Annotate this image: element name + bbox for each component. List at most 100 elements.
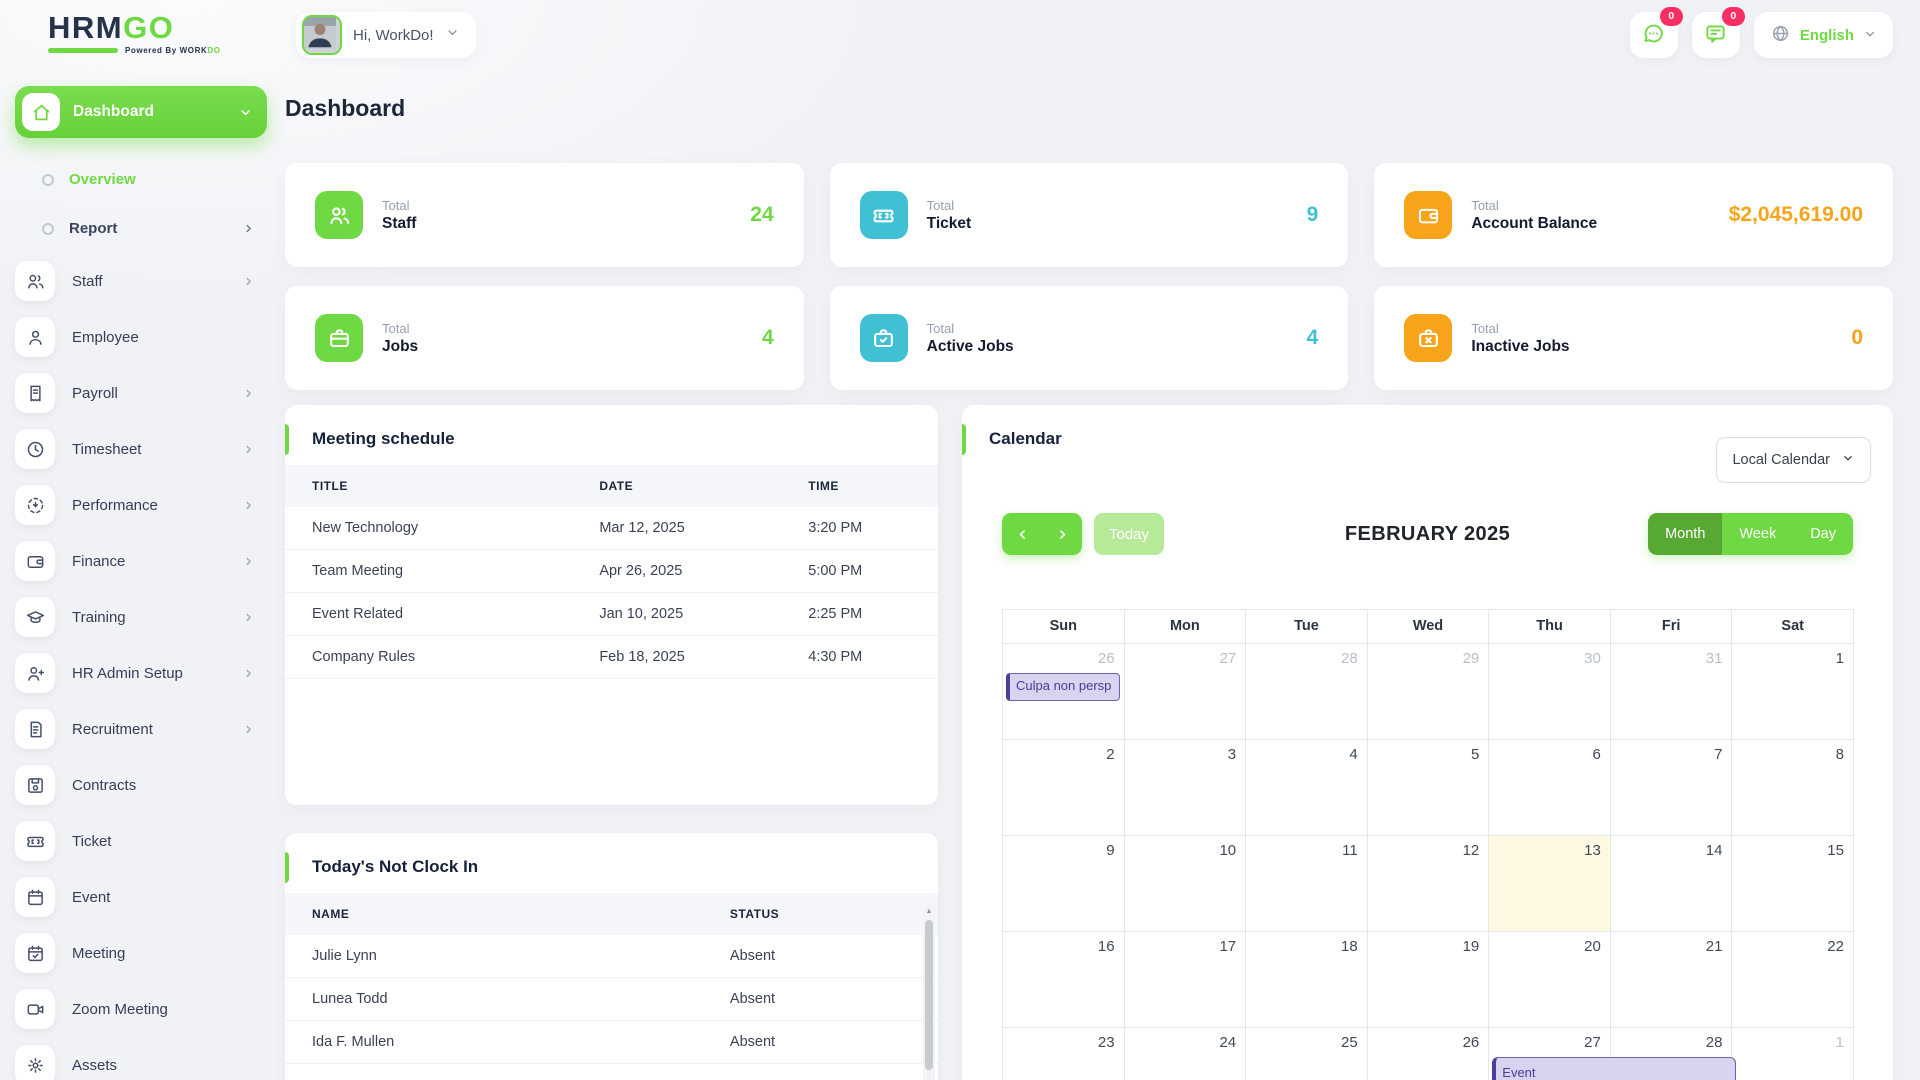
sidebar-item-finance[interactable]: Finance xyxy=(15,533,267,589)
stat-label: Active Jobs xyxy=(927,338,1014,356)
calendar-view-week[interactable]: Week xyxy=(1722,513,1793,555)
calendar-day-cell[interactable]: 2 xyxy=(1003,740,1125,836)
calendar-day-cell[interactable]: 3 xyxy=(1125,740,1247,836)
calendar-view-day[interactable]: Day xyxy=(1793,513,1853,555)
sidebar-item-staff[interactable]: Staff xyxy=(15,253,267,309)
stat-card-inactive-jobs[interactable]: TotalInactive Jobs0 xyxy=(1374,286,1893,390)
table-row: Ida F. MullenAbsent xyxy=(285,1021,938,1064)
calendar-day-cell[interactable]: 24 xyxy=(1125,1028,1247,1080)
chevron-down-icon xyxy=(238,105,253,120)
calendar-day-cell[interactable]: 26 xyxy=(1368,1028,1490,1080)
table-scrollbar[interactable]: ▲ xyxy=(923,905,935,1080)
sidebar-item-label: Report xyxy=(69,220,117,237)
calendar-grid: SunMonTueWedThuFriSat26Culpa non persp27… xyxy=(1002,609,1854,1080)
calendar-day-cell[interactable]: 20 xyxy=(1489,932,1611,1028)
calendar-day-cell[interactable]: 1 xyxy=(1732,1028,1854,1080)
calendar-day-cell[interactable]: 11 xyxy=(1246,836,1368,932)
calendar-day-cell[interactable]: 5 xyxy=(1368,740,1490,836)
column-header-date: DATE xyxy=(572,465,781,507)
calendar-source-select[interactable]: Local Calendar xyxy=(1716,437,1871,483)
stat-card-jobs[interactable]: TotalJobs4 xyxy=(285,286,804,390)
calendar-day-cell[interactable]: 31 xyxy=(1611,644,1733,740)
calendar-event[interactable]: Event xyxy=(1492,1057,1736,1080)
calendar-day-cell[interactable]: 16 xyxy=(1003,932,1125,1028)
calendar-day-cell[interactable]: 7 xyxy=(1611,740,1733,836)
language-selector[interactable]: English xyxy=(1754,12,1893,58)
calendar-icon xyxy=(15,877,55,917)
calendar-day-cell[interactable]: 21 xyxy=(1611,932,1733,1028)
stat-card-ticket[interactable]: TotalTicket9 xyxy=(830,163,1349,267)
calendar-day-cell[interactable]: 29 xyxy=(1368,644,1490,740)
calendar-event[interactable]: Culpa non persp xyxy=(1006,673,1120,701)
calendar-day-cell[interactable]: 26Culpa non persp xyxy=(1003,644,1125,740)
calendar-day-cell[interactable]: 19 xyxy=(1368,932,1490,1028)
prev-month-button[interactable] xyxy=(1002,513,1042,555)
table-cell: Apr 26, 2025 xyxy=(572,550,781,593)
sidebar-item-meeting[interactable]: Meeting xyxy=(15,925,267,981)
calendar-day-cell[interactable]: 30 xyxy=(1489,644,1611,740)
calendar-day-cell[interactable]: 22 xyxy=(1732,932,1854,1028)
greeting-label: Hi, WorkDo! xyxy=(353,27,434,44)
user-menu[interactable]: Hi, WorkDo! xyxy=(296,12,476,58)
calendar-day-cell[interactable]: 10 xyxy=(1125,836,1247,932)
calendar-day-cell[interactable]: 17 xyxy=(1125,932,1247,1028)
table-row: Event RelatedJan 10, 20252:25 PM xyxy=(285,593,938,636)
table-cell: Mar 12, 2025 xyxy=(572,507,781,550)
next-month-button[interactable] xyxy=(1042,513,1082,555)
sidebar-item-contracts[interactable]: Contracts xyxy=(15,757,267,813)
today-button[interactable]: Today xyxy=(1094,513,1164,555)
sidebar-item-assets[interactable]: Assets xyxy=(15,1037,267,1080)
sidebar-item-dashboard[interactable]: Dashboard xyxy=(15,86,267,138)
sidebar-item-ticket[interactable]: Ticket xyxy=(15,813,267,869)
calendar-day-cell[interactable]: 23 xyxy=(1003,1028,1125,1080)
calendar-day-cell[interactable]: 9 xyxy=(1003,836,1125,932)
day-number: 21 xyxy=(1706,938,1723,955)
sidebar-item-performance[interactable]: Performance xyxy=(15,477,267,533)
chevron-right-icon xyxy=(242,387,255,400)
stat-card-active-jobs[interactable]: TotalActive Jobs4 xyxy=(830,286,1349,390)
calendar-day-cell[interactable]: 15 xyxy=(1732,836,1854,932)
calendar-view-month[interactable]: Month xyxy=(1648,513,1722,555)
sidebar-item-overview[interactable]: Overview xyxy=(15,155,267,204)
calendar-day-cell[interactable]: 13 xyxy=(1489,836,1611,932)
meeting-schedule-card: Meeting schedule TITLEDATETIME New Techn… xyxy=(285,405,938,805)
day-number: 30 xyxy=(1584,650,1601,667)
sidebar-item-timesheet[interactable]: Timesheet xyxy=(15,421,267,477)
calendar-day-cell[interactable]: 18 xyxy=(1246,932,1368,1028)
sidebar-item-report[interactable]: Report xyxy=(15,204,267,253)
calendar-day-cell[interactable]: 6 xyxy=(1489,740,1611,836)
calendar-day-cell[interactable]: 27 xyxy=(1125,644,1247,740)
dow-wed: Wed xyxy=(1368,610,1490,644)
stat-card-account-balance[interactable]: TotalAccount Balance$2,045,619.00 xyxy=(1374,163,1893,267)
day-number: 15 xyxy=(1827,842,1844,859)
sidebar-item-zoom-meeting[interactable]: Zoom Meeting xyxy=(15,981,267,1037)
calendar-day-cell[interactable]: 8 xyxy=(1732,740,1854,836)
calendar-day-cell[interactable]: 4 xyxy=(1246,740,1368,836)
calendar-day-cell[interactable]: 25 xyxy=(1246,1028,1368,1080)
calendar-day-cell[interactable]: 28 xyxy=(1246,644,1368,740)
calendar-day-cell[interactable]: 14 xyxy=(1611,836,1733,932)
stat-card-staff[interactable]: TotalStaff24 xyxy=(285,163,804,267)
dow-thu: Thu xyxy=(1489,610,1611,644)
calendar-day-cell[interactable]: 1 xyxy=(1732,644,1854,740)
sidebar-item-training[interactable]: Training xyxy=(15,589,267,645)
powered-by-label: Powered By WORKDO xyxy=(125,46,221,55)
calendar-week-row: 26Culpa non persp272829 30 311 xyxy=(1003,644,1854,740)
sidebar-item-event[interactable]: Event xyxy=(15,869,267,925)
bullet-icon xyxy=(42,174,54,186)
notifications-button[interactable]: 0 xyxy=(1692,12,1740,58)
sidebar-item-hr-admin-setup[interactable]: HR Admin Setup xyxy=(15,645,267,701)
calendar-day-cell[interactable]: 12 xyxy=(1368,836,1490,932)
sidebar-item-payroll[interactable]: Payroll xyxy=(15,365,267,421)
chevron-right-icon xyxy=(242,555,255,568)
messenger-button[interactable]: 0 xyxy=(1630,12,1678,58)
day-number: 6 xyxy=(1593,746,1601,763)
table-row: Julie LynnAbsent xyxy=(285,935,938,978)
sidebar-item-recruitment[interactable]: Recruitment xyxy=(15,701,267,757)
sidebar-item-employee[interactable]: Employee xyxy=(15,309,267,365)
wallet-icon xyxy=(15,541,55,581)
brand-logo[interactable]: HRMGO Powered By WORKDO xyxy=(48,13,221,55)
scrollbar-thumb[interactable] xyxy=(925,920,933,1070)
scrollbar-up-arrow[interactable]: ▲ xyxy=(923,908,935,915)
globe-icon xyxy=(1770,23,1791,47)
